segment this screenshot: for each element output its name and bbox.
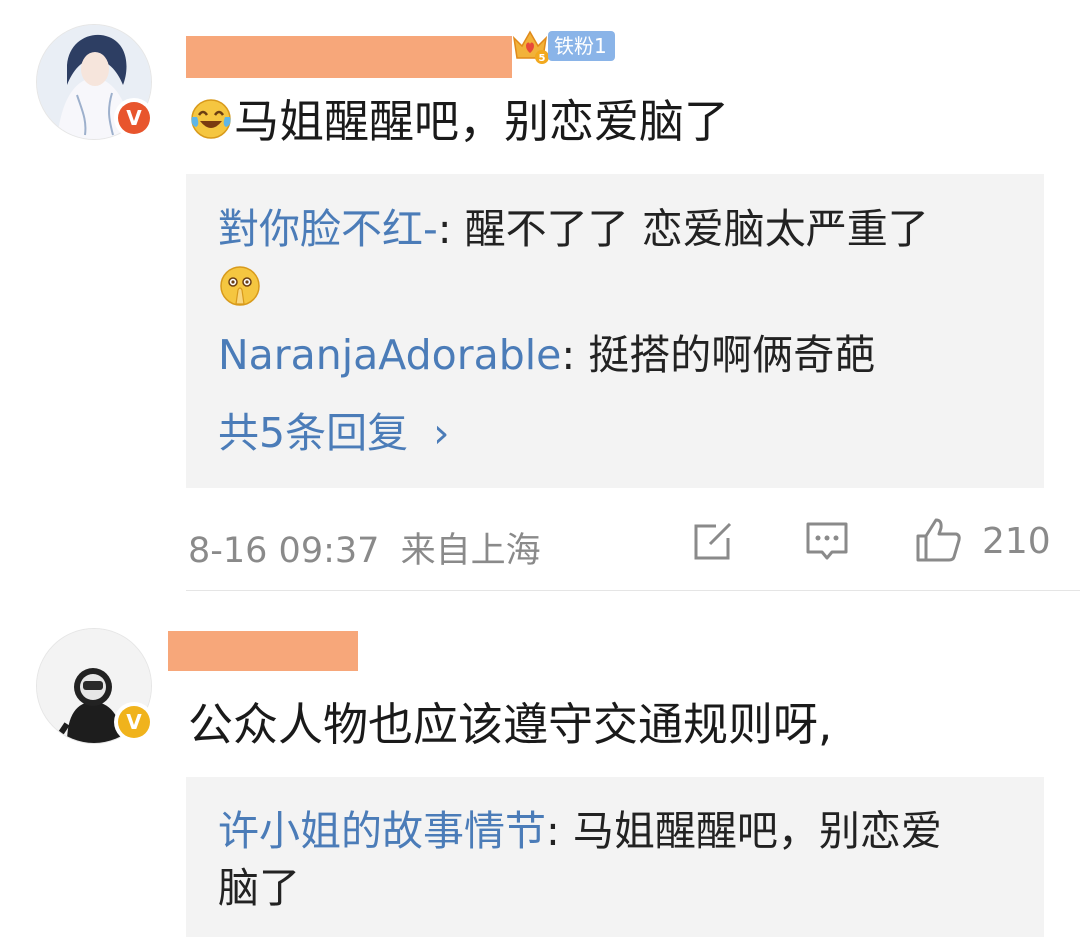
reply-username[interactable]: 對你脸不红- bbox=[218, 205, 438, 253]
praying-emoji bbox=[218, 264, 262, 321]
reply-username[interactable]: 许小姐的故事情节 bbox=[218, 807, 546, 855]
reply-separator: : bbox=[546, 807, 573, 855]
comment-item: V 5 铁粉1 马姐醒醒吧，别恋爱脑了 對你脸不红-: 醒不了了 恋爱脑太严重了… bbox=[0, 0, 1080, 590]
comment-location: 来自上海 bbox=[400, 531, 541, 571]
reply-item: 對你脸不红-: 醒不了了 恋爱脑太严重了 bbox=[218, 202, 929, 256]
share-edit-icon[interactable] bbox=[690, 520, 734, 564]
fan-badge[interactable]: 5 铁粉1 bbox=[510, 28, 615, 64]
verified-v-icon: V bbox=[114, 702, 154, 742]
fan-level: 5 bbox=[539, 53, 546, 64]
reply-box[interactable]: 许小姐的故事情节: 马姐醒醒吧，别恋爱 脑了 bbox=[186, 777, 1044, 937]
comment-meta: 8-16 09:37 来自上海 bbox=[188, 522, 541, 573]
reply-item-line2 bbox=[218, 262, 262, 321]
laughing-crying-emoji bbox=[188, 95, 234, 156]
reply-box[interactable]: 對你脸不红-: 醒不了了 恋爱脑太严重了 NaranjaAdorable: 挺搭… bbox=[186, 174, 1044, 488]
username-redacted[interactable] bbox=[186, 36, 512, 78]
reply-text: 醒不了了 恋爱脑太严重了 bbox=[464, 205, 929, 253]
crown-icon: 5 bbox=[512, 30, 549, 64]
reply-username[interactable]: NaranjaAdorable bbox=[218, 331, 561, 379]
comment-text-body: 公众人物也应该遵守交通规则呀, bbox=[188, 698, 833, 751]
reply-item-line2: 脑了 bbox=[218, 861, 300, 915]
reply-item: 许小姐的故事情节: 马姐醒醒吧，别恋爱 bbox=[218, 804, 942, 858]
comment-text: 马姐醒醒吧，别恋爱脑了 bbox=[188, 92, 729, 156]
verified-v-icon: V bbox=[114, 98, 154, 138]
like-count: 210 bbox=[982, 521, 1051, 562]
reply-item: NaranjaAdorable: 挺搭的啊俩奇葩 bbox=[218, 328, 875, 382]
more-replies-link[interactable]: 共5条回复 › bbox=[218, 406, 450, 460]
comment-text: 公众人物也应该遵守交通规则呀, bbox=[188, 695, 832, 755]
comment-icon[interactable] bbox=[804, 520, 850, 564]
fan-badge-label: 铁粉1 bbox=[548, 31, 615, 61]
comment-item: V 公众人物也应该遵守交通规则呀, 许小姐的故事情节: 马姐醒醒吧，别恋爱 脑了 bbox=[0, 591, 1080, 937]
comment-text-body: 马姐醒醒吧，别恋爱脑了 bbox=[234, 95, 730, 148]
reply-text: 马姐醒醒吧，别恋爱 bbox=[572, 807, 942, 855]
thumbs-up-icon[interactable] bbox=[914, 516, 964, 564]
username-redacted[interactable] bbox=[168, 631, 358, 671]
chevron-right-icon: › bbox=[433, 409, 450, 457]
more-replies-label: 共5条回复 bbox=[218, 409, 409, 457]
reply-separator: : bbox=[437, 205, 465, 253]
reply-separator: : bbox=[561, 331, 589, 379]
reply-text: 脑了 bbox=[218, 864, 300, 912]
reply-text: 挺搭的啊俩奇葩 bbox=[588, 331, 876, 379]
comment-time: 8-16 09:37 bbox=[188, 531, 380, 571]
